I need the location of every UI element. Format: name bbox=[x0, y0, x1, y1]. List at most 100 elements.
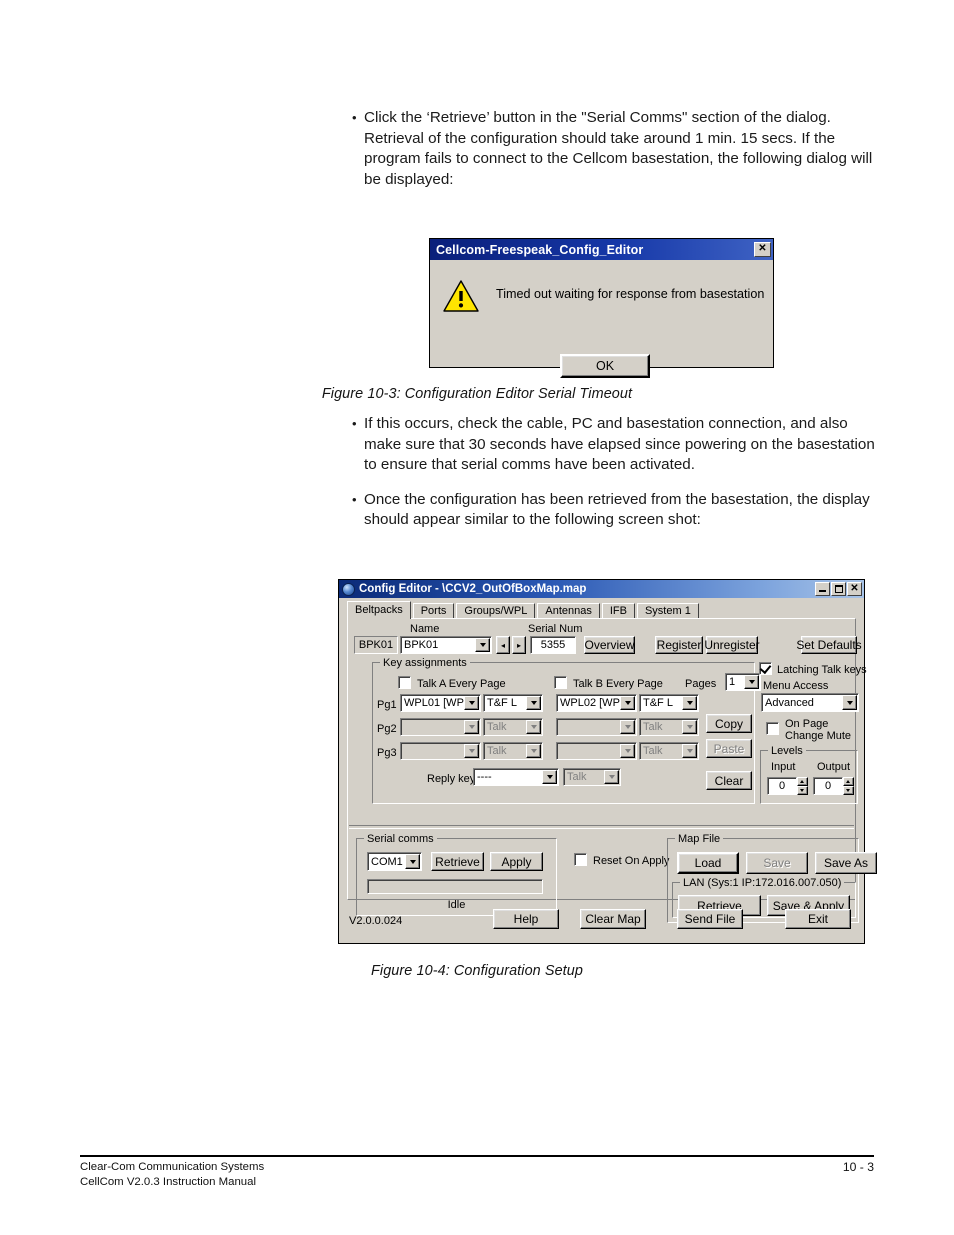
pg2-talk-b-mode-combo[interactable]: Talk bbox=[639, 718, 699, 736]
clear-keys-button[interactable]: Clear bbox=[706, 771, 752, 790]
pg1-row-label: Pg1 bbox=[377, 699, 397, 711]
input-level-up[interactable] bbox=[797, 777, 808, 786]
serial-retrieve-button[interactable]: Retrieve bbox=[431, 852, 484, 871]
bullet-dot: • bbox=[352, 110, 357, 125]
check-icon bbox=[759, 661, 772, 675]
menu-access-combo[interactable]: Advanced bbox=[761, 693, 859, 712]
output-level-up[interactable] bbox=[843, 777, 854, 786]
chevron-down-icon[interactable] bbox=[526, 696, 541, 710]
reply-key-combo[interactable]: ---- bbox=[473, 768, 559, 786]
pages-combo[interactable]: 1 bbox=[725, 673, 761, 691]
talk-b-every-page-label: Talk B Every Page bbox=[573, 678, 663, 690]
pg2-talk-b-target-combo[interactable] bbox=[556, 718, 637, 736]
tab-antennas[interactable]: Antennas bbox=[537, 603, 600, 619]
chevron-down-icon[interactable] bbox=[682, 744, 697, 758]
reset-on-apply-checkbox[interactable] bbox=[574, 853, 587, 866]
pg3-talk-b-mode-combo[interactable]: Talk bbox=[639, 742, 699, 760]
prev-beltpack-button[interactable]: ◂ bbox=[496, 636, 510, 654]
unregister-button[interactable]: Unregister bbox=[704, 636, 760, 654]
map-save-button[interactable]: Save bbox=[746, 852, 808, 874]
beltpack-name-combo[interactable]: BPK01 bbox=[400, 636, 492, 654]
chevron-down-icon[interactable] bbox=[464, 720, 479, 734]
tab-groups-wpl[interactable]: Groups/WPL bbox=[456, 603, 536, 619]
pg3-talk-a-mode-combo[interactable]: Talk bbox=[483, 742, 543, 760]
serial-apply-button[interactable]: Apply bbox=[490, 852, 543, 871]
pg2-talk-a-mode-combo[interactable]: Talk bbox=[483, 718, 543, 736]
menu-access-label: Menu Access bbox=[763, 680, 829, 692]
minimize-button[interactable] bbox=[815, 582, 830, 596]
chevron-down-icon[interactable] bbox=[620, 696, 635, 710]
on-page-change-mute-checkbox[interactable] bbox=[766, 722, 779, 735]
chevron-down-icon[interactable] bbox=[526, 744, 541, 758]
pg1-talk-b-mode-combo[interactable]: T&F L bbox=[639, 694, 699, 712]
pg3-talk-a-target-combo[interactable] bbox=[400, 742, 481, 760]
latching-talk-keys-checkbox[interactable] bbox=[759, 661, 772, 675]
chevron-down-icon[interactable] bbox=[620, 720, 635, 734]
talk-a-every-page-checkbox[interactable] bbox=[398, 676, 411, 689]
map-load-button[interactable]: Load bbox=[677, 852, 739, 874]
output-level-label: Output bbox=[817, 761, 851, 773]
pg1-talk-a-target-combo[interactable]: WPL01 [WPL1 bbox=[400, 694, 481, 712]
chevron-down-icon[interactable] bbox=[526, 720, 541, 734]
copy-button[interactable]: Copy bbox=[706, 714, 752, 733]
dialog-close-button[interactable]: ✕ bbox=[754, 242, 771, 257]
pg2-talk-a-target-combo[interactable] bbox=[400, 718, 481, 736]
minimize-icon bbox=[819, 590, 826, 592]
set-defaults-button[interactable]: Set Defaults bbox=[796, 636, 862, 654]
bullet-text: Click the ‘Retrieve’ button in the "Seri… bbox=[364, 109, 873, 188]
beltpack-name-value: BPK01 bbox=[404, 639, 439, 651]
next-beltpack-button[interactable]: ▸ bbox=[512, 636, 526, 654]
input-level-down[interactable] bbox=[797, 786, 808, 795]
chevron-down-icon[interactable] bbox=[464, 744, 479, 758]
chevron-down-icon[interactable] bbox=[682, 696, 697, 710]
chevron-down-icon[interactable] bbox=[542, 770, 557, 784]
output-level-down[interactable] bbox=[843, 786, 854, 795]
send-file-button[interactable]: Send File bbox=[677, 909, 743, 929]
tab-system-1[interactable]: System 1 bbox=[636, 603, 699, 619]
chevron-down-icon[interactable] bbox=[744, 675, 759, 689]
serial-num-input[interactable]: 5355 bbox=[530, 636, 576, 654]
input-level-stepper[interactable] bbox=[797, 777, 808, 795]
pg1-talk-a-target-value: WPL01 [WPL1 bbox=[404, 697, 464, 709]
pg1-talk-a-mode-combo[interactable]: T&F L bbox=[483, 694, 543, 712]
tab-ifb[interactable]: IFB bbox=[601, 603, 635, 619]
serial-timeout-dialog: Cellcom-Freespeak_Config_Editor ✕ Timed … bbox=[429, 238, 774, 378]
maximize-button[interactable] bbox=[831, 582, 846, 596]
pg1-talk-b-target-combo[interactable]: WPL02 [WPL2 bbox=[556, 694, 637, 712]
serial-progress-bar bbox=[367, 879, 543, 894]
bullet-text: If this occurs, check the cable, PC and … bbox=[364, 415, 875, 474]
overview-button[interactable]: Overview bbox=[584, 636, 635, 654]
close-button[interactable]: ✕ bbox=[847, 582, 862, 596]
chevron-down-icon[interactable] bbox=[604, 770, 619, 784]
output-level-stepper[interactable] bbox=[843, 777, 854, 795]
chevron-down-icon[interactable] bbox=[620, 744, 635, 758]
paste-button[interactable]: Paste bbox=[706, 739, 752, 758]
pg3-talk-b-target-combo[interactable] bbox=[556, 742, 637, 760]
com-port-combo[interactable]: COM1 bbox=[367, 852, 422, 871]
beltpacks-tab-panel: Name Serial Num BPK01 BPK01 ◂ ▸ 5355 Ove… bbox=[347, 618, 877, 923]
key-assignments-title: Key assignments bbox=[380, 657, 470, 669]
map-save-as-button[interactable]: Save As bbox=[815, 852, 877, 874]
tab-ports[interactable]: Ports bbox=[412, 603, 455, 619]
config-editor-window: Config Editor - \CCV2_OutOfBoxMap.map ✕ … bbox=[338, 579, 877, 944]
chevron-down-icon[interactable] bbox=[464, 696, 479, 710]
reply-key-mode-combo[interactable]: Talk bbox=[563, 768, 621, 786]
register-button[interactable]: Register bbox=[655, 636, 703, 654]
chevron-down-icon[interactable] bbox=[842, 695, 857, 710]
chevron-down-icon[interactable] bbox=[475, 638, 490, 652]
input-level-value[interactable]: 0 bbox=[767, 777, 797, 795]
chevron-down-icon[interactable] bbox=[682, 720, 697, 734]
chevron-down-icon[interactable] bbox=[405, 854, 420, 869]
clear-map-button[interactable]: Clear Map bbox=[580, 909, 646, 929]
footer-company: Clear-Com Communication Systems CellCom … bbox=[80, 1160, 264, 1189]
tab-beltpacks[interactable]: Beltpacks bbox=[347, 601, 411, 619]
dialog-ok-button[interactable]: OK bbox=[560, 354, 650, 378]
output-level-value[interactable]: 0 bbox=[813, 777, 843, 795]
footer-line-1: Clear-Com Communication Systems bbox=[80, 1161, 265, 1173]
talk-b-every-page-checkbox[interactable] bbox=[554, 676, 567, 689]
beltpack-id-readout: BPK01 bbox=[354, 636, 398, 654]
help-button[interactable]: Help bbox=[493, 909, 559, 929]
followup-bullet-list: • If this occurs, check the cable, PC an… bbox=[352, 414, 876, 531]
latching-talk-keys-label: Latching Talk keys bbox=[777, 664, 867, 676]
exit-button[interactable]: Exit bbox=[785, 909, 851, 929]
